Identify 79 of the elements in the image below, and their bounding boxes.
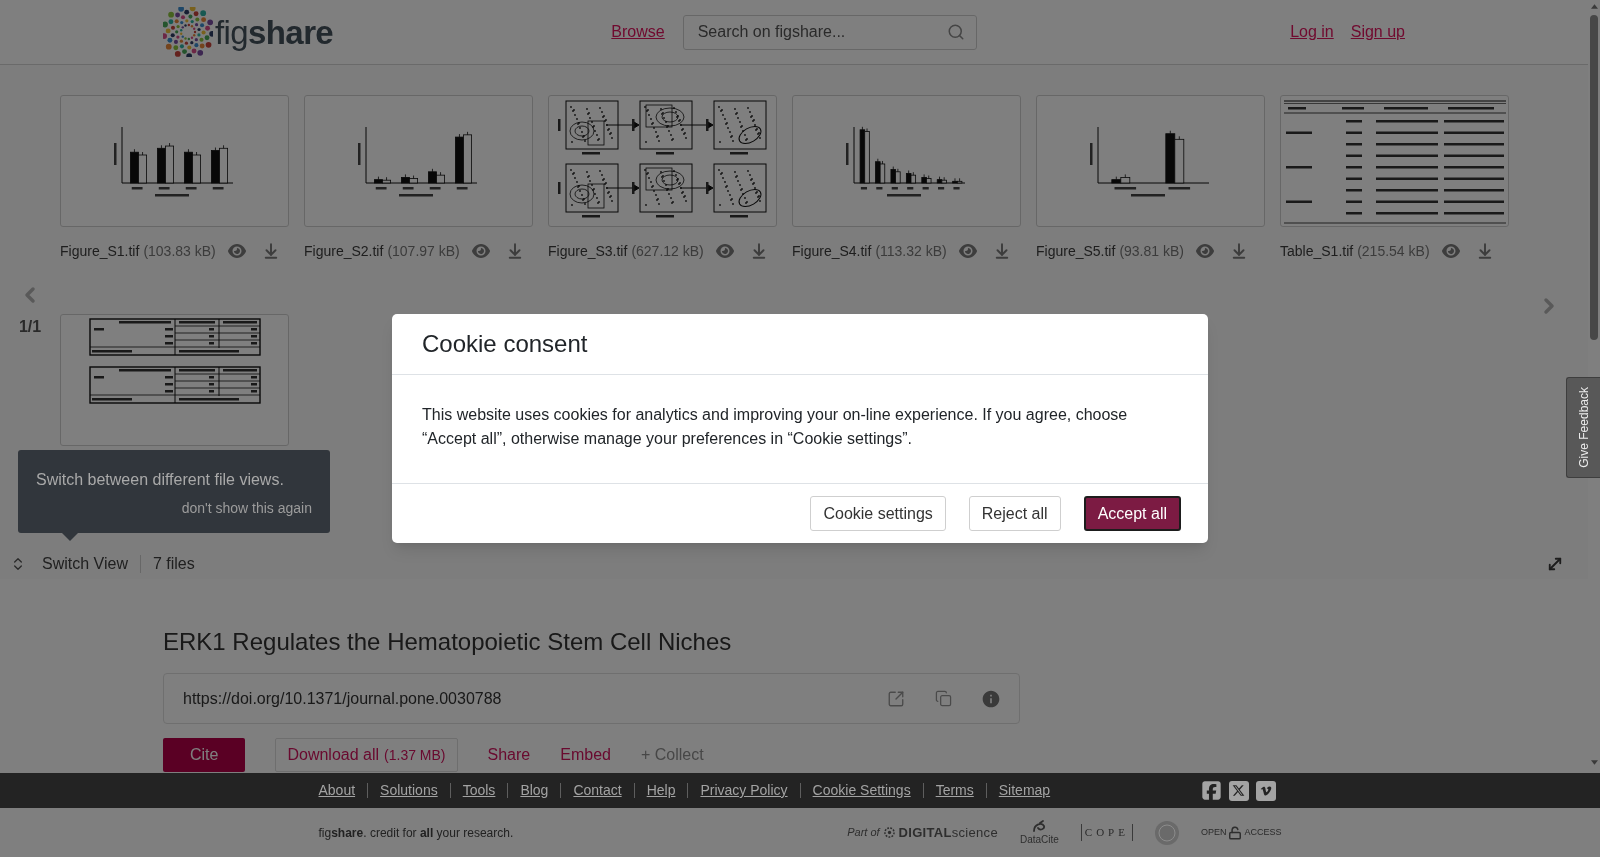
action-button[interactable]: Share: [487, 738, 531, 772]
auth-link[interactable]: Sign up: [1350, 20, 1405, 44]
file-thumbnail[interactable]: [792, 95, 1021, 227]
footer-link[interactable]: Help: [646, 780, 676, 801]
footer-link[interactable]: Contact: [573, 780, 622, 801]
browse-link[interactable]: Browse: [611, 20, 665, 44]
footer-link[interactable]: Solutions: [380, 780, 438, 801]
round-seal-icon: [1154, 820, 1179, 845]
eye-icon[interactable]: [958, 243, 977, 259]
tooltip-text: Switch between different file views.: [36, 470, 285, 489]
file-size: (107.97 kB): [387, 241, 460, 261]
dismiss-tooltip-link[interactable]: don't show this again: [181, 500, 312, 516]
scrollbar-thumb[interactable]: [1590, 15, 1598, 340]
swirl-icon: [1031, 819, 1048, 834]
expand-icon[interactable]: [1546, 555, 1564, 573]
footer-link[interactable]: Tools: [462, 780, 496, 801]
partner-wordmark: ACCESS: [1244, 825, 1282, 839]
file-thumbnail[interactable]: [304, 95, 533, 227]
action-button[interactable]: Download all (1.37 MB): [275, 738, 458, 772]
partner-caption: Part of: [847, 825, 880, 841]
auth-link[interactable]: Log in: [1290, 20, 1334, 44]
footer-link[interactable]: Blog: [520, 780, 549, 801]
eye-icon[interactable]: [715, 243, 734, 259]
footer-tagline: figshare. credit for all your research.: [318, 824, 514, 842]
dot-spiral-icon: [163, 7, 213, 57]
file-name[interactable]: Figure_S1.tif: [60, 240, 140, 262]
article-title: ERK1 Regulates the Hematopoietic Stem Cell Niches: [163, 628, 732, 656]
dialog-button[interactable]: Cookie settings: [810, 496, 946, 531]
file-thumbnail[interactable]: [60, 95, 289, 227]
file-thumbnail[interactable]: [60, 314, 289, 446]
doi-link[interactable]: https://doi.org/10.1371/journal.pone.0030788: [183, 686, 502, 711]
eye-icon[interactable]: [227, 243, 246, 259]
padlock-icon: [1228, 825, 1243, 840]
external-link-icon[interactable]: [887, 689, 905, 708]
eye-icon[interactable]: [471, 243, 490, 259]
dialog-button[interactable]: Reject all: [968, 496, 1061, 531]
file-name[interactable]: Table_S1.tif: [1280, 240, 1354, 262]
footer-link[interactable]: Cookie Settings: [812, 780, 911, 801]
search-field[interactable]: Search on figshare...: [682, 14, 977, 50]
file-name[interactable]: Figure_S2.tif: [304, 240, 384, 262]
file-name[interactable]: Figure_S4.tif: [792, 240, 872, 262]
action-button[interactable]: Cite: [163, 738, 246, 772]
footer-link[interactable]: About: [318, 780, 356, 801]
vimeo-icon[interactable]: [1255, 780, 1276, 801]
file-size: (93.81 kB): [1119, 241, 1184, 261]
partner-wordmark: COPE: [1080, 824, 1133, 841]
info-icon[interactable]: [981, 688, 1001, 709]
file-size: (113.32 kB): [875, 241, 947, 261]
search-icon[interactable]: [946, 22, 965, 41]
file-name[interactable]: Figure_S3.tif: [548, 240, 628, 262]
switch-view-button[interactable]: Switch View: [10, 552, 128, 576]
facebook-icon[interactable]: [1200, 780, 1222, 801]
x-logo-icon[interactable]: [1228, 780, 1249, 801]
file-name[interactable]: Figure_S5.tif: [1036, 240, 1116, 262]
eye-icon[interactable]: [1195, 243, 1214, 259]
footer-link[interactable]: Sitemap: [998, 780, 1051, 801]
file-count: 7 files: [152, 554, 195, 574]
file-size: (627.12 kB): [631, 241, 704, 261]
triangle-down-icon[interactable]: [1590, 760, 1598, 765]
file-size: (103.83 kB): [143, 241, 216, 261]
partner-wordmark: DIGITALscience: [898, 823, 998, 842]
home-logo-link[interactable]: figshare: [163, 7, 334, 57]
action-button[interactable]: + Collect: [640, 738, 704, 772]
copy-icon[interactable]: [935, 690, 952, 707]
eye-icon[interactable]: [1441, 243, 1460, 259]
file-thumbnail[interactable]: [1036, 95, 1265, 227]
footer-link[interactable]: Terms: [935, 780, 974, 801]
feedback-tab[interactable]: Give Feedback: [1566, 377, 1600, 478]
file-size: (215.54 kB): [1357, 241, 1430, 261]
partner-wordmark: OPEN: [1200, 825, 1227, 839]
partner-wordmark: DataCite: [1019, 833, 1059, 846]
dialog-button[interactable]: Accept all: [1083, 496, 1181, 531]
triangle-up-icon[interactable]: [1590, 4, 1598, 9]
dialog-title: Cookie consent: [422, 329, 588, 359]
dialog-message: This website uses cookies for analytics and improving your on-line experience. If you agree, choose “Accept all”, otherwise manage your preferences in “Cookie settings”.: [422, 405, 1129, 449]
page-indicator: 1/1: [18, 317, 42, 337]
action-button[interactable]: Embed: [560, 738, 611, 772]
footer-link[interactable]: Privacy Policy: [700, 780, 788, 801]
gear-dots-icon: [883, 827, 895, 838]
